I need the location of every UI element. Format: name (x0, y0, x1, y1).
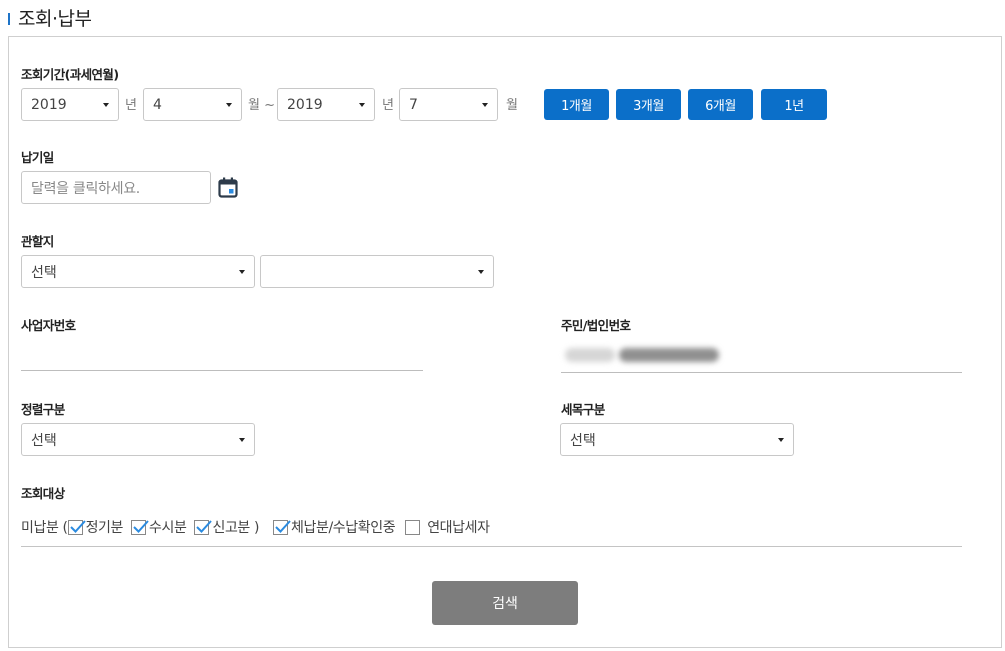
to-year-value: 2019 (287, 96, 323, 113)
due-date-input[interactable]: 달력을 클릭하세요. (21, 171, 211, 204)
chevron-down-icon (482, 103, 488, 107)
target-label: 조회대상 (21, 486, 65, 501)
chevron-down-icon (239, 438, 245, 442)
to-month-select[interactable]: 7 (399, 88, 498, 121)
period-1-year-button[interactable]: 1년 (761, 89, 827, 120)
search-form-panel: 조회기간(과세연월) 2019 년 4 월 ~ 2019 년 7 월 1개월 3… (8, 36, 1002, 648)
calendar-icon[interactable] (218, 177, 238, 198)
from-month-select[interactable]: 4 (143, 88, 242, 121)
to-year-unit: 년 (382, 98, 394, 113)
tax-item-select[interactable]: 선택 (560, 423, 794, 456)
title-accent-bar (8, 13, 10, 25)
jurisdiction-select-1[interactable]: 선택 (21, 255, 255, 288)
divider (21, 546, 962, 547)
tax-item-label: 세목구분 (561, 402, 605, 417)
regular-checkbox[interactable] (67, 519, 86, 535)
masked-number-part (619, 348, 719, 362)
chevron-down-icon (359, 103, 365, 107)
business-number-label: 사업자번호 (21, 318, 76, 333)
chevron-down-icon (478, 270, 484, 274)
assessment-type-value: 선택 (31, 432, 57, 449)
search-button[interactable]: 검색 (432, 581, 578, 625)
check-icon (275, 519, 291, 533)
declared-checkbox[interactable] (194, 519, 213, 535)
joint-taxpayer-checkbox[interactable] (405, 519, 421, 535)
to-month-unit: 월 (506, 98, 518, 113)
unpaid-prefix: 미납분 ( (21, 520, 68, 536)
chevron-down-icon (778, 438, 784, 442)
check-icon (196, 519, 213, 533)
from-month-unit: 월 ~ (248, 98, 275, 113)
resident-number-label: 주민/법인번호 (561, 318, 631, 333)
from-year-value: 2019 (31, 96, 67, 113)
assessment-type-select[interactable]: 선택 (21, 423, 255, 456)
to-month-value: 7 (409, 96, 418, 113)
due-date-label: 납기일 (21, 150, 54, 165)
check-icon (69, 519, 86, 533)
jurisdiction-label: 관할지 (21, 234, 54, 249)
check-icon (133, 519, 149, 533)
delinquent-label: 체납분/수납확인중 (291, 520, 396, 536)
jurisdiction-select-1-value: 선택 (31, 264, 57, 281)
occasional-checkbox[interactable] (131, 519, 149, 535)
business-number-input[interactable] (21, 338, 423, 371)
declared-label: 신고분 ) (212, 520, 260, 536)
period-1-month-button[interactable]: 1개월 (544, 89, 609, 120)
period-label: 조회기간(과세연월) (21, 67, 119, 82)
jurisdiction-select-2[interactable] (260, 255, 494, 288)
regular-label: 정기분 (85, 520, 124, 536)
joint-taxpayer-label: 연대납세자 (427, 520, 490, 536)
delinquent-checkbox[interactable] (273, 519, 291, 535)
chevron-down-icon (226, 103, 232, 107)
from-year-select[interactable]: 2019 (21, 88, 119, 121)
chevron-down-icon (239, 270, 245, 274)
masked-number-part (565, 348, 615, 362)
period-6-month-button[interactable]: 6개월 (688, 89, 753, 120)
chevron-down-icon (103, 103, 109, 107)
target-options: 미납분 ( 정기분 수시분 신고분 ) 체납분/수납확인중 연대납세자 (21, 516, 490, 538)
from-year-unit: 년 (125, 98, 137, 113)
to-year-select[interactable]: 2019 (277, 88, 375, 121)
occasional-label: 수시분 (149, 520, 187, 536)
page-title: 조회·납부 (18, 7, 92, 30)
from-month-value: 4 (153, 96, 162, 113)
page-header: 조회·납부 (8, 4, 92, 30)
assessment-type-label: 정렬구분 (21, 402, 65, 417)
period-3-month-button[interactable]: 3개월 (616, 89, 681, 120)
tax-item-value: 선택 (570, 432, 596, 449)
